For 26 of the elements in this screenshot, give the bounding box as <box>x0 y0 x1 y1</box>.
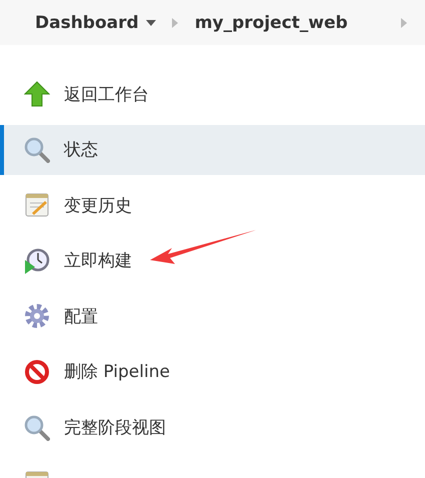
breadcrumb-link[interactable]: Dashboard <box>35 12 139 32</box>
item-label: 立即构建 <box>64 250 132 272</box>
item-label: 删除 Pipeline <box>64 361 170 384</box>
chevron-icon[interactable] <box>172 18 178 28</box>
caret-icon[interactable] <box>146 20 156 26</box>
item-label: 配置 <box>64 306 98 328</box>
prohibited-icon <box>24 358 50 385</box>
item-label: 返回工作台 <box>64 84 149 106</box>
settings-icon <box>24 303 50 330</box>
sidebar-item[interactable]: 变更历史 <box>0 180 425 230</box>
sidebar-item[interactable]: 返回工作台 <box>0 69 425 119</box>
item-label: 变更历史 <box>64 194 132 217</box>
sidebar-item[interactable]: 配置 <box>0 291 425 342</box>
notepad-icon <box>24 192 50 218</box>
sidebar-item[interactable]: 删除 Pipeline <box>0 346 425 397</box>
chevron-icon[interactable] <box>400 18 407 28</box>
search-icon <box>24 414 50 441</box>
sidebar-item[interactable]: 状态 <box>0 124 425 175</box>
item-label: 状态 <box>64 139 98 162</box>
sidebar-item[interactable]: 完整阶段视图 <box>0 402 425 453</box>
clock-icon <box>24 248 50 274</box>
up-arrow-icon <box>24 81 50 107</box>
breadcrumb-link[interactable]: my_project_web <box>194 12 348 32</box>
search-icon <box>24 136 50 163</box>
item-label: 完整阶段视图 <box>64 417 166 440</box>
sidebar-item[interactable]: 立即构建 <box>0 236 425 286</box>
